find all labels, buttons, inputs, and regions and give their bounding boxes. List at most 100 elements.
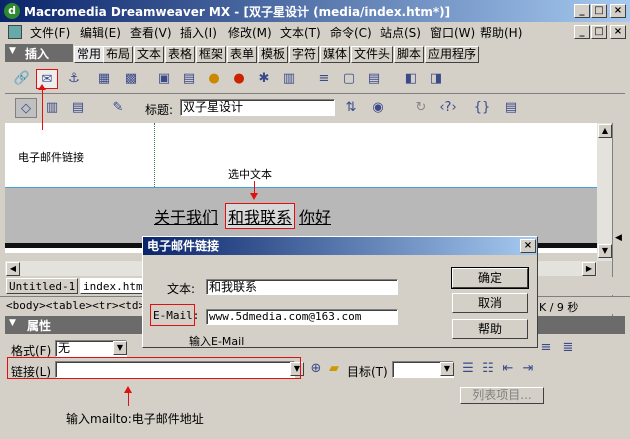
image-icon[interactable]: ▣	[153, 69, 175, 89]
cancel-button[interactable]: 取消	[452, 293, 528, 313]
scroll-left-button[interactable]: ◀	[6, 262, 20, 276]
link-contact-us[interactable]: 和我联系	[225, 203, 296, 229]
layer-icon[interactable]: ▩	[120, 69, 142, 89]
tab-head[interactable]: 文件头	[351, 46, 394, 63]
menu-text[interactable]: 文本(T)	[280, 24, 321, 41]
menu-site[interactable]: 站点(S)	[380, 24, 421, 41]
table-border-line	[154, 123, 155, 187]
scroll-down-button[interactable]: ▼	[598, 244, 612, 258]
ok-button[interactable]: 确定	[451, 267, 529, 289]
vertical-scrollbar[interactable]	[597, 123, 612, 261]
horizontal-rule-icon[interactable]: ≡	[313, 69, 335, 89]
doc-minimize-button[interactable]: _	[574, 25, 590, 39]
tabular-data-icon[interactable]: ▤	[363, 69, 385, 89]
table-icon[interactable]: ▦	[93, 69, 115, 89]
text-input[interactable]: 和我联系	[206, 279, 398, 295]
app-icon: d	[4, 3, 20, 19]
doc-restore-button[interactable]: □	[591, 25, 607, 39]
target-dropdown-arrow[interactable]: ▼	[440, 362, 454, 376]
reference-icon[interactable]: ‹?›	[437, 98, 459, 118]
file-management-icon[interactable]: ⇅	[340, 98, 362, 118]
link-about-us[interactable]: 关于我们	[154, 204, 218, 228]
preview-browser-icon[interactable]: ◉	[367, 98, 389, 118]
refresh-icon[interactable]: ↻	[410, 98, 432, 118]
select-annotation-arrow	[250, 193, 258, 200]
tab-forms[interactable]: 表单	[227, 46, 258, 63]
help-button[interactable]: 帮助	[452, 319, 528, 339]
indent-icon[interactable]: ⇥	[517, 359, 539, 379]
navigation-bar-icon[interactable]: ▥	[278, 69, 300, 89]
list-item-button[interactable]: 列表项目...	[460, 387, 544, 404]
menu-modify[interactable]: 修改(M)	[228, 24, 272, 41]
dialog-close-button[interactable]: ×	[520, 239, 536, 253]
tab-application[interactable]: 应用程序	[425, 46, 480, 63]
collapse-arrow-icon: ▼	[9, 318, 16, 328]
tab-characters[interactable]: 字符	[289, 46, 320, 63]
menu-help[interactable]: 帮助(H)	[480, 24, 522, 41]
tab-untitled[interactable]: Untitled-1	[6, 278, 79, 294]
doc-close-button[interactable]: ×	[610, 25, 626, 39]
title-bar: d Macromedia Dreamweaver MX - [双子星设计 (me…	[0, 0, 630, 22]
tab-index[interactable]: index.htm	[80, 278, 146, 294]
menu-file[interactable]: 文件(F)	[30, 24, 70, 41]
scroll-right-button[interactable]: ▶	[582, 262, 596, 276]
link-hello[interactable]: 你好	[299, 204, 331, 228]
outdent-icon[interactable]: ⇤	[497, 359, 519, 379]
page-title-input[interactable]: 双子星设计	[180, 99, 335, 116]
named-anchor-icon[interactable]: ⚓	[63, 69, 85, 89]
title-label: 标题:	[145, 103, 174, 117]
server-side-include-icon[interactable]: ◨	[425, 69, 447, 89]
email-link-dialog: 电子邮件链接 × 文本: 和我联系 E-Mail: www.5dmedia.co…	[142, 236, 538, 348]
tab-layout[interactable]: 布局	[103, 46, 134, 63]
align-right-icon[interactable]: ≡	[535, 338, 557, 358]
properties-title: 属性	[27, 319, 52, 333]
email-link-annotation: 电子邮件链接	[18, 151, 84, 164]
insert-toolbar: 🔗 ✉ ⚓ ▦ ▩ ▣ ▤ ● ● ✱ ▥ ≡ ▢ ▤ ◧ ◨	[5, 64, 625, 94]
email-input[interactable]: www.5dmedia.com@163.com	[206, 309, 398, 325]
ordered-list-icon[interactable]: ☷	[477, 359, 499, 379]
scroll-up-button[interactable]: ▲	[598, 124, 612, 138]
speech-icon[interactable]: ◧	[400, 69, 422, 89]
format-dropdown-arrow[interactable]: ▼	[113, 341, 127, 355]
menu-edit[interactable]: 编辑(E)	[80, 24, 121, 41]
dialog-title: 电子邮件链接	[147, 239, 220, 253]
comment-icon[interactable]: ✱	[253, 69, 275, 89]
collapse-arrow-icon: ▼	[9, 46, 16, 56]
tab-table[interactable]: 表格	[165, 46, 196, 63]
menu-window[interactable]: 窗口(W)	[430, 24, 475, 41]
live-data-icon[interactable]: ✎	[107, 98, 129, 118]
date-icon[interactable]: ▢	[338, 69, 360, 89]
rollover-image-icon[interactable]: ▤	[178, 69, 200, 89]
mailto-annotation-line	[128, 392, 129, 406]
email-annotation-line	[42, 86, 43, 130]
maximize-button[interactable]: □	[591, 4, 607, 18]
menu-insert[interactable]: 插入(I)	[180, 24, 217, 41]
unordered-list-icon[interactable]: ☰	[457, 359, 479, 379]
insert-panel-header[interactable]: ▼ 插入	[5, 44, 73, 62]
justify-icon[interactable]: ≣	[557, 338, 579, 358]
browse-folder-icon[interactable]: ▰	[323, 359, 345, 379]
menu-view[interactable]: 查看(V)	[130, 24, 172, 41]
design-view-icon[interactable]: ▤	[67, 98, 89, 118]
tab-media[interactable]: 媒体	[320, 46, 351, 63]
flash-icon[interactable]: ●	[228, 69, 250, 89]
tab-script[interactable]: 脚本	[394, 46, 425, 63]
text-label: 文本:	[167, 282, 196, 296]
tag-selector[interactable]: <body><table><tr><td>	[6, 299, 145, 312]
split-view-icon[interactable]: ▥	[41, 98, 63, 118]
code-view-icon[interactable]: ◇	[15, 98, 37, 118]
tab-frames[interactable]: 框架	[196, 46, 227, 63]
tab-common[interactable]: 常用	[74, 46, 105, 63]
fireworks-icon[interactable]: ●	[203, 69, 225, 89]
insert-panel-title: 插入	[25, 47, 50, 61]
email-label: E-Mail:	[153, 309, 200, 322]
cell-border-line	[5, 187, 597, 188]
close-button[interactable]: ×	[610, 4, 626, 18]
menu-commands[interactable]: 命令(C)	[330, 24, 372, 41]
code-navigation-icon[interactable]: {}	[471, 98, 493, 118]
hyperlink-icon[interactable]: 🔗	[11, 69, 33, 89]
view-options-icon[interactable]: ▤	[500, 98, 522, 118]
tab-text[interactable]: 文本	[134, 46, 165, 63]
tab-templates[interactable]: 模板	[258, 46, 289, 63]
minimize-button[interactable]: _	[574, 4, 590, 18]
